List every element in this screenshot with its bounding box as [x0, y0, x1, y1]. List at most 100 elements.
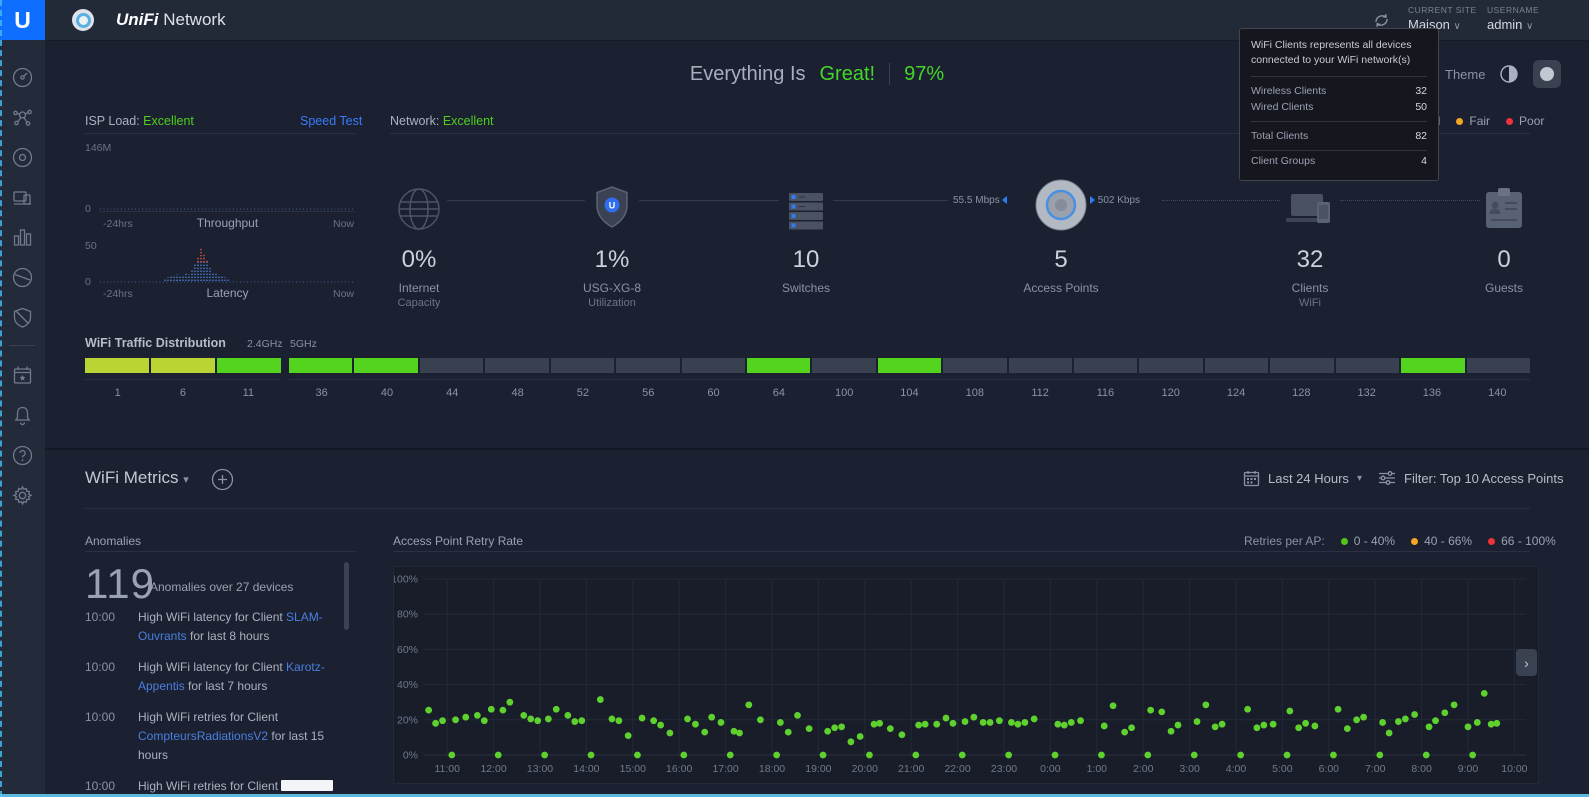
sidebar-item-devices[interactable] [11, 146, 34, 169]
channel-label: 60 [681, 387, 746, 399]
svg-text:12:00: 12:00 [480, 763, 506, 775]
chart-next-button[interactable]: › [1516, 649, 1537, 676]
sidebar-item-topology[interactable] [11, 106, 34, 129]
node-access-points[interactable]: 5 Access Points [996, 168, 1126, 297]
network-status-value: Excellent [443, 114, 494, 128]
legend-item: 0 - 40% [1341, 534, 1395, 548]
sidebar-divider [9, 345, 35, 346]
legend-item: 66 - 100% [1488, 534, 1556, 548]
dark-theme-button[interactable] [1533, 60, 1561, 88]
svg-text:20:00: 20:00 [852, 763, 878, 775]
band-24-label: 2.4GHz [247, 338, 283, 350]
node-guests[interactable]: 0 Guests [1439, 168, 1569, 297]
channel-segment-104 [878, 358, 941, 373]
channel-label: 116 [1073, 387, 1138, 399]
chevron-down-icon: ∨ [1526, 21, 1533, 32]
svg-text:19:00: 19:00 [805, 763, 831, 775]
sidebar-item-events[interactable] [11, 364, 34, 387]
channel-segment-140 [1467, 358, 1530, 373]
channel-segment-136 [1401, 358, 1464, 373]
sidebar-item-alerts[interactable] [11, 404, 34, 427]
ubiquiti-logo[interactable]: U [0, 0, 45, 40]
legend-dot-icon [1456, 118, 1463, 125]
svg-text:17:00: 17:00 [712, 763, 738, 775]
user-menu[interactable]: USERNAME admin ∨ [1487, 5, 1539, 32]
latency-label: Latency [100, 286, 355, 300]
svg-text:21:00: 21:00 [898, 763, 924, 775]
channel-segment-108 [943, 358, 1006, 373]
sidebar-item-insights[interactable] [11, 266, 34, 289]
throughput-ymin: 0 [85, 203, 91, 215]
svg-text:2:00: 2:00 [1133, 763, 1154, 775]
svg-text:8:00: 8:00 [1411, 763, 1432, 775]
svg-text:7:00: 7:00 [1365, 763, 1386, 775]
speed-test-link[interactable]: Speed Test [300, 114, 362, 128]
channel-label: 6 [150, 387, 215, 399]
sidebar-item-dashboard[interactable] [11, 66, 34, 89]
sidebar-item-statistics[interactable] [11, 226, 34, 249]
anomalies-list: 10:00High WiFi latency for Client SLAM-O… [85, 608, 357, 797]
wifi-metrics-dropdown[interactable]: WiFi Metrics ▾ [85, 468, 189, 488]
channel-segment-64 [747, 358, 810, 373]
light-theme-button[interactable] [1495, 60, 1523, 88]
filter-control[interactable]: Filter: Top 10 Access Points [1378, 470, 1563, 486]
anomaly-time: 10:00 [85, 708, 138, 764]
theme-label: Theme [1445, 67, 1485, 82]
channel-label: 48 [485, 387, 550, 399]
channel-segment-124 [1205, 358, 1268, 373]
channel-label: 64 [746, 387, 811, 399]
unifi-network-dashboard: U UniFi Network CURRENT SITE Maison ∨ US… [0, 0, 1589, 797]
wifi-traffic-title: WiFi Traffic Distribution [85, 336, 226, 350]
channel-segment-112 [1009, 358, 1072, 373]
status-word: Great! [820, 63, 876, 86]
channel-segment-60 [682, 358, 745, 373]
svg-text:60%: 60% [397, 644, 418, 656]
add-widget-button[interactable] [211, 468, 234, 496]
legend-dot-icon [1411, 538, 1418, 545]
anomalies-title: Anomalies [85, 534, 141, 548]
channel-label: 140 [1465, 387, 1530, 399]
svg-text:100%: 100% [394, 574, 418, 586]
legend-item: Fair [1456, 114, 1490, 128]
channel-segment-100 [812, 358, 875, 373]
node-switches[interactable]: 10 Switches [741, 168, 871, 297]
anomalies-summary: Anomalies over 27 devices [150, 580, 293, 594]
anomaly-client-link[interactable]: CompteursRadiationsV2 [138, 729, 268, 743]
channel-label: 104 [877, 387, 942, 399]
status-prefix: Everything Is [690, 63, 806, 86]
filter-sliders-icon [1378, 470, 1396, 486]
sidebar-item-threat-management[interactable] [11, 306, 34, 329]
throughput-chart [100, 205, 355, 211]
sidebar-item-settings[interactable] [11, 484, 34, 507]
node-clients[interactable]: 32 Clients WiFi [1245, 168, 1375, 309]
isp-load-value: Excellent [143, 114, 194, 128]
svg-text:15:00: 15:00 [620, 763, 646, 775]
switch-stack-icon [741, 168, 871, 232]
sidebar-item-help[interactable] [11, 444, 34, 467]
svg-text:5:00: 5:00 [1272, 763, 1293, 775]
channel-label: 124 [1203, 387, 1268, 399]
svg-text:1:00: 1:00 [1087, 763, 1108, 775]
wired-clients-row: Wired Clients50 [1251, 101, 1427, 113]
node-internet[interactable]: 0% Internet Capacity [354, 168, 484, 309]
theme-switcher: Theme [1445, 60, 1561, 88]
channel-segment-44 [420, 358, 483, 373]
channel-label: 132 [1334, 387, 1399, 399]
channel-label: 136 [1399, 387, 1464, 399]
band-5-label: 5GHz [290, 338, 317, 350]
legend-dot-icon [1506, 118, 1513, 125]
node-gateway[interactable]: U 1% USG-XG-8 Utilization [547, 168, 677, 309]
channel-segment-36 [289, 358, 352, 373]
channel-label: 11 [216, 387, 281, 399]
wireless-clients-row: Wireless Clients32 [1251, 85, 1427, 97]
channel-label: 44 [420, 387, 485, 399]
wifi-clients-tooltip: WiFi Clients represents all devices conn… [1239, 28, 1439, 181]
svg-text:6:00: 6:00 [1319, 763, 1340, 775]
channel-bar-5ghz [289, 358, 1530, 373]
svg-text:10:00: 10:00 [1501, 763, 1527, 775]
svg-text:16:00: 16:00 [666, 763, 692, 775]
time-range-dropdown[interactable]: Last 24 Hours ▾ [1243, 470, 1362, 487]
unifi-ap-icon [72, 9, 94, 31]
sidebar-item-clients[interactable] [11, 186, 34, 209]
channel-label: 100 [812, 387, 877, 399]
